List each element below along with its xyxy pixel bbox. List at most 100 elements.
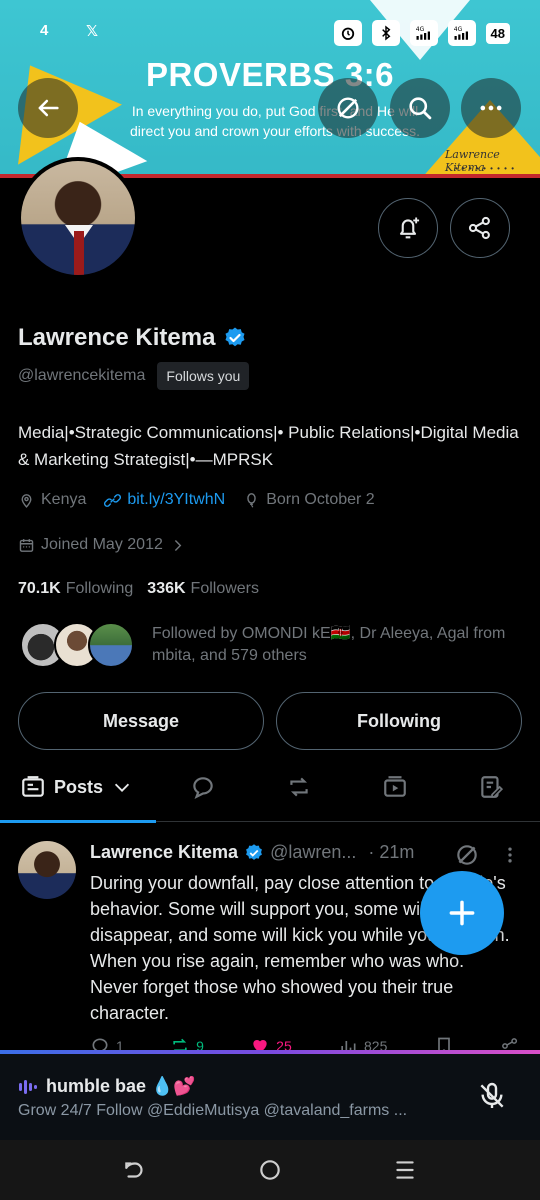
space-bar-gradient	[0, 1050, 540, 1054]
followers-label: Followers	[190, 580, 260, 597]
following-count-link[interactable]: 70.1K Following	[18, 580, 133, 598]
followers-count-link[interactable]: 336K Followers	[147, 580, 259, 598]
tweet-author-name[interactable]: Lawrence Kitema	[90, 842, 238, 863]
verified-badge-icon	[246, 843, 262, 860]
grok-icon[interactable]	[454, 842, 480, 868]
search-button[interactable]	[390, 78, 450, 138]
avatar-photo	[21, 161, 135, 275]
profile-meta: Kenya bit.ly/3YItwhN Born October 2	[18, 491, 393, 509]
battery-level: 48	[485, 22, 510, 44]
follower-avatar	[88, 622, 134, 668]
following-button[interactable]: Following	[276, 692, 522, 750]
tab-posts[interactable]: Posts	[20, 774, 133, 800]
nav-recents-button[interactable]	[391, 1156, 419, 1184]
audio-wave-icon	[19, 1079, 37, 1094]
verified-badge-icon[interactable]	[223, 326, 247, 350]
grok-button[interactable]	[318, 78, 378, 138]
joined-item[interactable]: Joined May 2012	[18, 536, 186, 554]
x-logo-icon: 𝕏	[86, 23, 99, 40]
birthday-item: Born October 2	[243, 491, 375, 509]
profile-name-row: Lawrence Kitema	[18, 324, 247, 352]
signal-icon: 4G	[409, 20, 438, 46]
following-count: 70.1K	[18, 580, 61, 597]
status-icons: 4G 4G 48	[333, 20, 510, 46]
notifications-button[interactable]	[378, 198, 438, 258]
tweet-header: Lawrence Kitema @lawren... · 21m	[90, 842, 414, 863]
nav-back-icon	[125, 1162, 143, 1178]
plus-icon	[449, 900, 475, 926]
tab-replies[interactable]	[190, 774, 216, 800]
calendar-icon	[19, 538, 34, 552]
following-label: Following	[65, 580, 134, 597]
profile-bio: Media|•Strategic Communications|• Public…	[18, 423, 519, 469]
location-pin-icon	[21, 493, 32, 508]
message-button[interactable]: Message	[18, 692, 264, 750]
location-text: Kenya	[41, 491, 87, 508]
joined-row[interactable]: Joined May 2012	[18, 536, 204, 554]
avatar-tie	[74, 231, 84, 275]
chevron-right-icon	[174, 539, 182, 551]
link-icon	[104, 493, 122, 507]
balloon-icon	[247, 492, 256, 508]
posts-icon	[22, 776, 44, 797]
profile-avatar[interactable]	[17, 157, 139, 279]
mic-off-icon	[480, 1082, 504, 1108]
profile-handle-row: @lawrencekitema Follows you	[18, 362, 250, 390]
banner-dots: • • • • • • • • •	[455, 164, 515, 173]
video-icon	[384, 776, 406, 797]
space-title: humble bae 💧💕	[46, 1076, 196, 1096]
svg-text:4G: 4G	[453, 26, 462, 33]
tweet-time: · 21m	[368, 842, 415, 862]
article-icon	[481, 776, 504, 798]
website-link[interactable]: bit.ly/3YItwhN	[127, 491, 225, 509]
profile-handle: @lawrencekitema	[18, 367, 146, 384]
mic-toggle-button[interactable]	[464, 1068, 520, 1124]
svg-text:4G: 4G	[415, 26, 424, 33]
status-time: 4	[40, 22, 49, 39]
alarm-icon	[333, 20, 362, 46]
joined-text: Joined May 2012	[41, 536, 163, 553]
website-item[interactable]: bit.ly/3YItwhN	[104, 491, 225, 509]
nav-back-button[interactable]	[121, 1156, 149, 1184]
tab-posts-label: Posts	[54, 776, 104, 797]
tab-media[interactable]	[382, 774, 408, 800]
arrow-left-icon	[38, 99, 59, 117]
nav-home-icon	[260, 1160, 280, 1180]
back-button[interactable]	[18, 78, 78, 138]
space-subtitle: Grow 24/7 Follow @EddieMutisya @tavaland…	[18, 1102, 408, 1119]
banner-title: PROVERBS 3:6	[145, 56, 395, 93]
profile-tabs: Posts	[0, 762, 540, 823]
tweet-author-handle: @lawren...	[270, 842, 357, 862]
active-tab-indicator	[0, 820, 156, 823]
tweet-avatar[interactable]	[18, 841, 76, 899]
status-bar: 4 𝕏 4G 4G 48	[0, 20, 540, 46]
followers-count: 336K	[147, 580, 186, 597]
compose-post-button[interactable]	[420, 871, 504, 955]
follow-counts: 70.1K Following 336K Followers	[18, 580, 259, 598]
follows-you-badge: Follows you	[157, 362, 250, 390]
grok-icon	[337, 97, 359, 119]
followed-by-text: Followed by OMONDI kE🇰🇪, Dr Aleeya, Agal…	[152, 625, 506, 664]
nav-recents-icon	[396, 1161, 414, 1179]
reply-bubble-icon	[193, 777, 213, 799]
followed-by-row[interactable]: Followed by OMONDI kE🇰🇪, Dr Aleeya, Agal…	[20, 622, 512, 668]
birthday-text: Born October 2	[266, 491, 375, 508]
nav-home-button[interactable]	[256, 1156, 284, 1184]
share-button[interactable]	[450, 198, 510, 258]
chevron-down-icon	[114, 783, 130, 792]
location-item: Kenya	[18, 491, 86, 509]
share-icon	[468, 216, 490, 240]
space-title-row: humble bae 💧💕	[18, 1076, 196, 1097]
search-icon	[409, 97, 432, 120]
live-space-bar[interactable]: humble bae 💧💕 Grow 24/7 Follow @EddieMut…	[0, 1050, 540, 1140]
tweet-more-icon[interactable]	[500, 844, 520, 866]
tab-reposts[interactable]	[286, 774, 312, 800]
profile-name: Lawrence Kitema	[18, 324, 216, 351]
more-horizontal-icon	[480, 105, 502, 111]
tab-articles[interactable]	[478, 774, 504, 800]
repost-icon	[290, 777, 308, 797]
more-options-button[interactable]	[461, 78, 521, 138]
bluetooth-icon	[371, 20, 400, 46]
bell-plus-icon	[399, 217, 420, 239]
signal-icon: 4G	[447, 20, 476, 46]
